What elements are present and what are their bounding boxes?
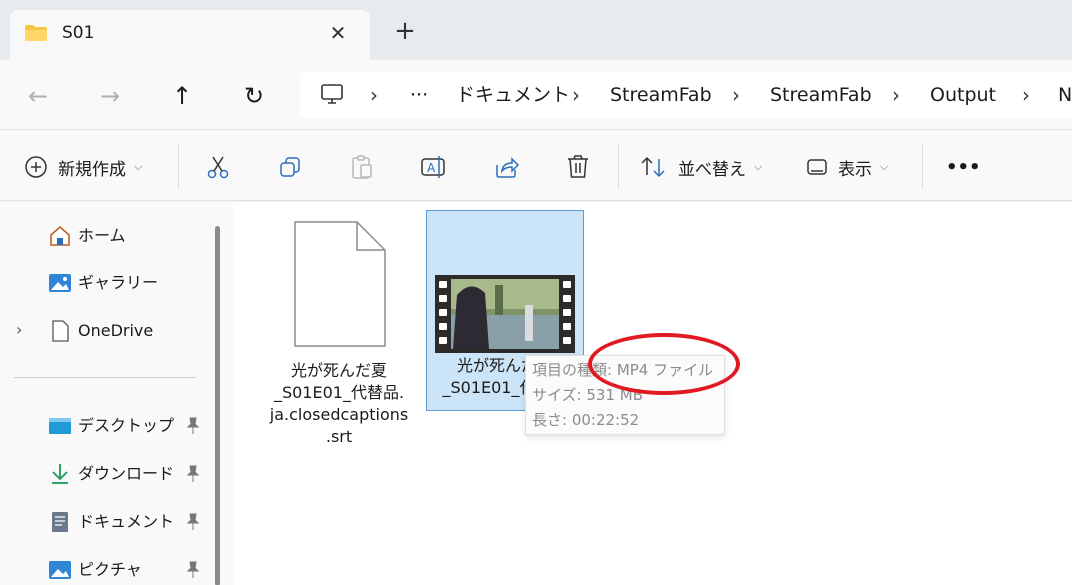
copy-button[interactable] xyxy=(278,153,302,181)
tooltip-length: 長さ: 00:22:52 xyxy=(532,411,640,429)
chevron-right-icon[interactable]: › xyxy=(732,83,740,107)
home-icon xyxy=(50,225,70,246)
annotation-circle xyxy=(588,333,740,395)
breadcrumb-output[interactable]: Output xyxy=(930,83,996,107)
close-icon[interactable]: ✕ xyxy=(326,21,350,45)
arrow-up-icon[interactable]: ↑ xyxy=(166,80,198,112)
refresh-icon[interactable]: ↻ xyxy=(238,80,270,112)
plus-circle-icon xyxy=(25,156,47,178)
share-button[interactable] xyxy=(494,153,520,181)
file-name-line: _S01E01_代替品. xyxy=(273,383,405,402)
share-icon xyxy=(496,157,520,178)
pin-icon[interactable] xyxy=(186,513,200,531)
chevron-down-icon: ⌵ xyxy=(880,160,889,173)
delete-button[interactable] xyxy=(566,153,590,181)
scrollbar-thumb[interactable] xyxy=(215,226,220,585)
breadcrumb-next[interactable]: N xyxy=(1058,83,1072,107)
view-label: 表示 xyxy=(838,159,872,180)
pin-icon[interactable] xyxy=(186,465,200,483)
folder-icon xyxy=(25,25,47,41)
file-name-line: 光が死んだ夏 xyxy=(290,361,387,380)
chevron-right-icon[interactable]: › xyxy=(16,320,22,339)
sidebar-item-pictures[interactable]: ピクチャ xyxy=(0,555,205,585)
more-icon: ••• xyxy=(946,156,981,178)
view-button[interactable]: 表示 ⌵ xyxy=(806,153,888,181)
sidebar-item-label: ギャラリー xyxy=(78,273,159,292)
file-item-srt[interactable]: 光が死んだ夏 _S01E01_代替品. ja.closedcaptions .s… xyxy=(266,210,412,448)
toolbar-divider xyxy=(618,145,619,189)
gallery-icon xyxy=(49,274,71,292)
sidebar-item-downloads[interactable]: ダウンロード xyxy=(0,459,205,489)
scissors-icon xyxy=(207,156,229,179)
sidebar-divider xyxy=(14,377,196,378)
address-bar[interactable]: › ··· ドキュメント › StreamFab › StreamFab › O… xyxy=(300,72,1072,118)
svg-text:A: A xyxy=(427,161,436,175)
copy-icon xyxy=(280,157,300,177)
chevron-down-icon: ⌵ xyxy=(754,160,763,173)
desktop-icon xyxy=(49,418,71,434)
sort-icon xyxy=(641,156,665,178)
new-button[interactable]: 新規作成 ⌵ xyxy=(24,153,142,181)
pictures-icon xyxy=(49,561,71,579)
sidebar-item-desktop[interactable]: デスクトップ xyxy=(0,411,205,441)
breadcrumb-streamfab-2[interactable]: StreamFab xyxy=(770,83,872,107)
documents-icon xyxy=(52,512,68,532)
arrow-right-icon[interactable]: → xyxy=(94,80,126,112)
tab-s01[interactable]: S01 ✕ xyxy=(10,10,370,60)
more-button[interactable]: ••• xyxy=(946,153,981,181)
file-name-line: ja.closedcaptions xyxy=(269,405,409,424)
video-thumbnail-icon xyxy=(435,275,575,353)
address-overflow[interactable]: ··· xyxy=(410,83,428,107)
sidebar-item-label: ダウンロード xyxy=(78,464,175,483)
sidebar-item-label: OneDrive xyxy=(78,321,154,340)
breadcrumb-streamfab[interactable]: StreamFab xyxy=(610,83,712,107)
arrow-left-icon[interactable]: ← xyxy=(22,80,54,112)
chevron-right-icon[interactable]: › xyxy=(572,83,580,107)
chevron-down-icon: ⌵ xyxy=(134,160,143,173)
sidebar-scrollbar[interactable] xyxy=(207,202,233,585)
chevron-right-icon[interactable]: › xyxy=(892,83,900,107)
toolbar-divider xyxy=(922,145,923,189)
sidebar-item-onedrive[interactable]: › OneDrive xyxy=(0,316,205,346)
sort-label: 並べ替え xyxy=(678,159,746,180)
sidebar-item-documents[interactable]: ドキュメント xyxy=(0,507,205,537)
computer-icon[interactable] xyxy=(320,82,344,106)
download-icon xyxy=(52,464,68,484)
sidebar-item-label: ホーム xyxy=(78,226,126,245)
toolbar-divider xyxy=(178,145,179,189)
sidebar-item-home[interactable]: ホーム xyxy=(0,221,205,251)
paste-button[interactable] xyxy=(350,153,374,181)
new-label: 新規作成 xyxy=(58,159,126,180)
sidebar-item-label: デスクトップ xyxy=(78,416,175,435)
navigation-pane: ホーム ギャラリー › OneDrive デスクトップ ダウンロード ドキュメン… xyxy=(0,202,210,585)
tab-title: S01 xyxy=(62,23,95,43)
clipboard-icon xyxy=(352,155,372,179)
sidebar-item-gallery[interactable]: ギャラリー xyxy=(0,268,205,298)
file-name-line: .srt xyxy=(325,427,353,446)
sort-button[interactable]: 並べ替え ⌵ xyxy=(640,153,762,181)
plus-icon[interactable]: + xyxy=(392,18,418,44)
view-icon xyxy=(807,159,827,175)
chevron-right-icon[interactable]: › xyxy=(370,83,378,107)
trash-icon xyxy=(568,155,588,178)
navigation-bar: ← → ↑ ↻ › ··· ドキュメント › StreamFab › Strea… xyxy=(0,60,1072,130)
pin-icon[interactable] xyxy=(186,417,200,435)
rename-button[interactable]: A xyxy=(420,153,448,181)
sidebar-item-label: ドキュメント xyxy=(78,512,175,531)
tab-strip: S01 ✕ + xyxy=(0,0,1072,60)
blank-file-icon xyxy=(294,221,386,347)
breadcrumb-documents[interactable]: ドキュメント xyxy=(456,83,570,107)
rename-icon: A xyxy=(421,156,445,178)
cut-button[interactable] xyxy=(205,153,231,181)
document-icon xyxy=(52,320,69,342)
sidebar-item-label: ピクチャ xyxy=(78,560,142,579)
chevron-right-icon[interactable]: › xyxy=(1022,83,1030,107)
command-bar: 新規作成 ⌵ A 並べ替え ⌵ 表示 ⌵ ••• xyxy=(0,131,1072,201)
pin-icon[interactable] xyxy=(186,561,200,579)
